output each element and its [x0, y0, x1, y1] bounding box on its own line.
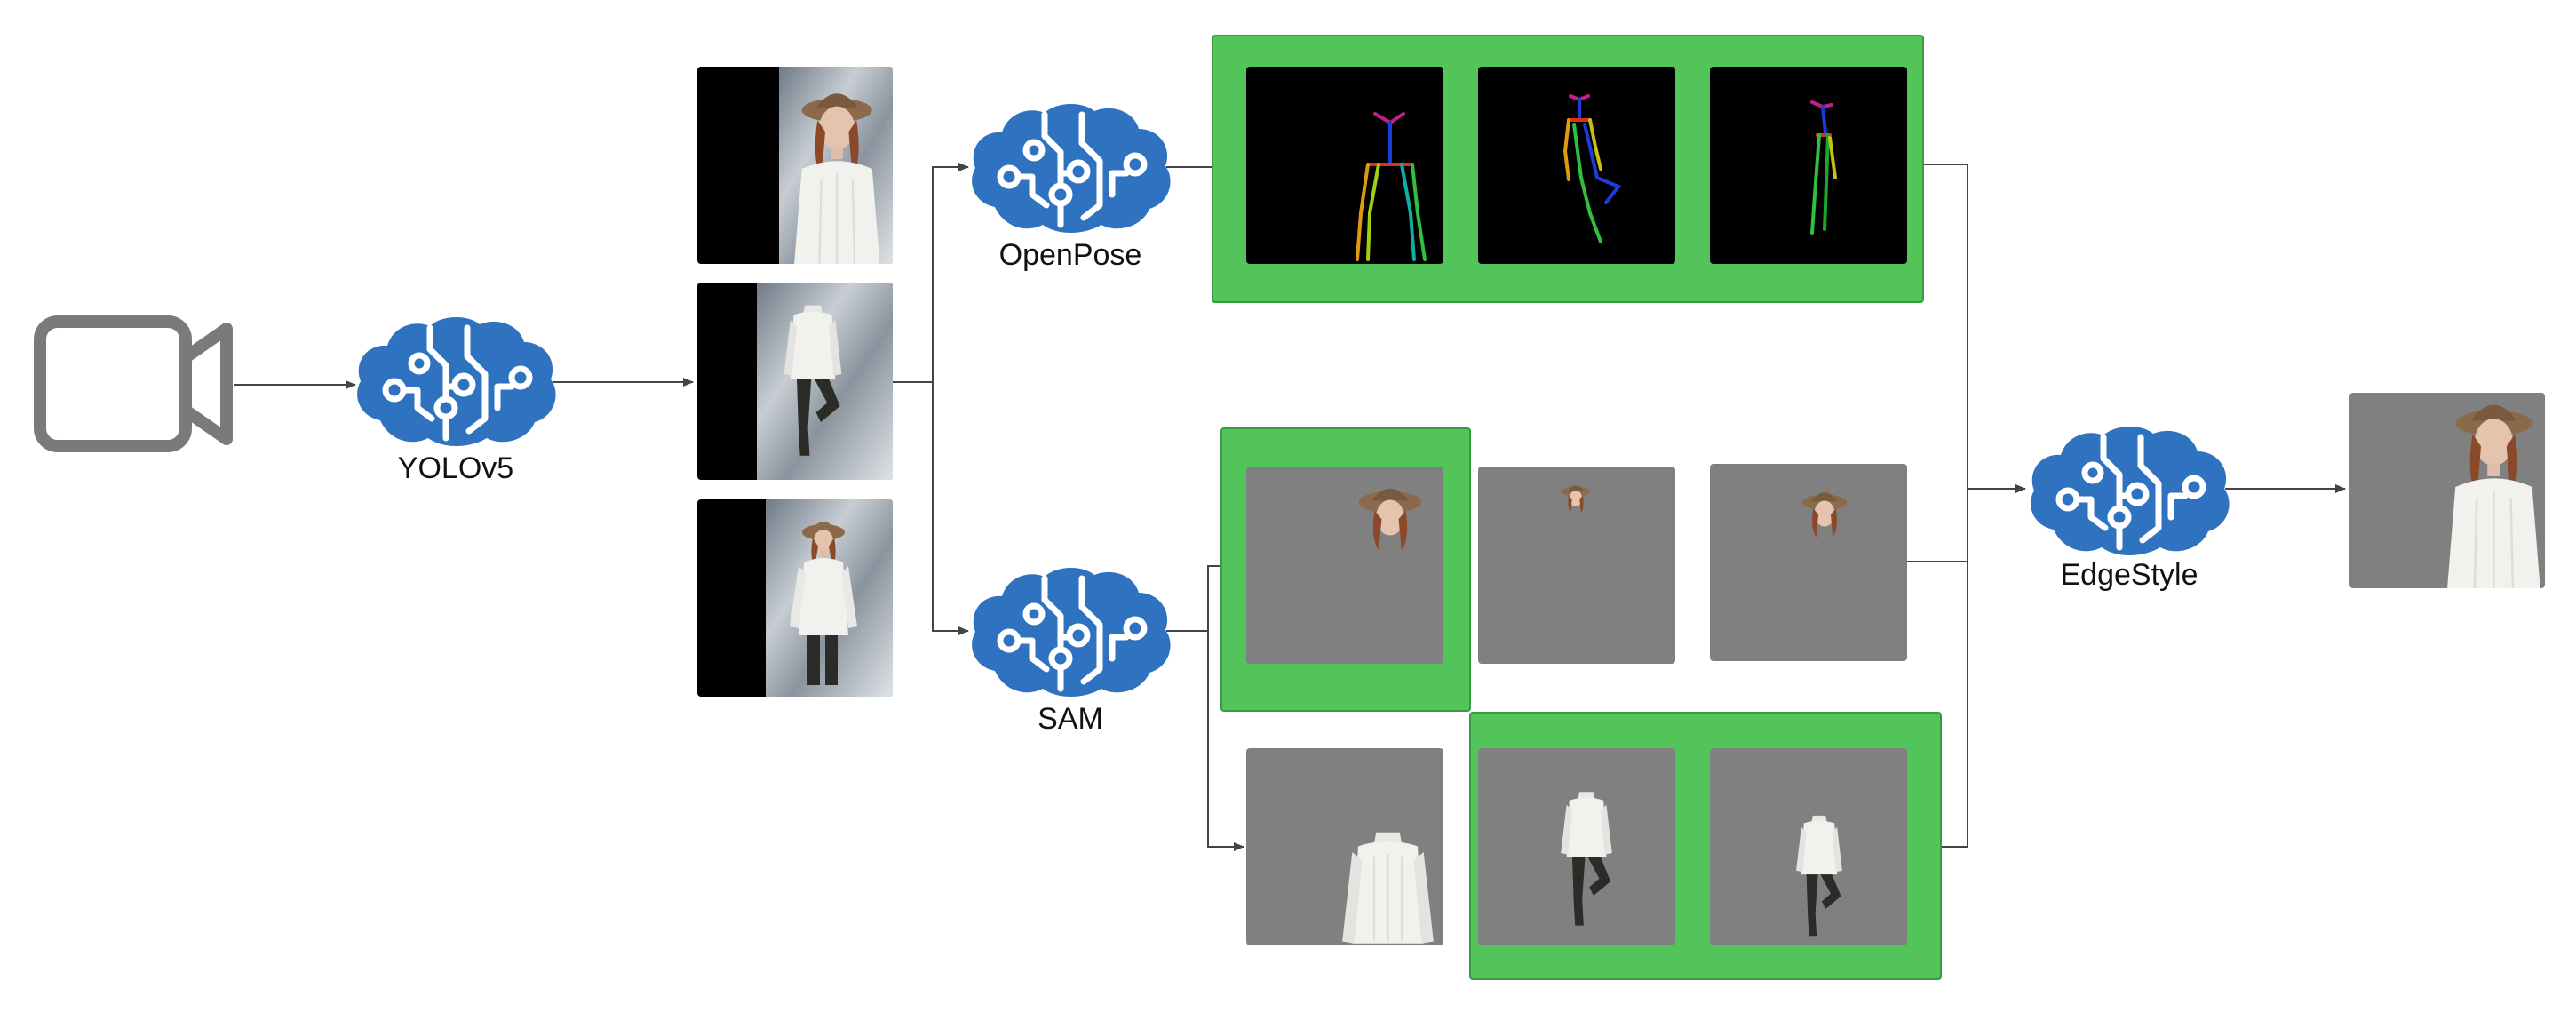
edgestyle-node: EdgeStyle — [2031, 427, 2229, 592]
ai-brain-circuit-icon — [972, 104, 1170, 233]
body-segments — [1246, 748, 1907, 945]
sam-node: SAM — [972, 568, 1170, 736]
ai-brain-circuit-icon — [2031, 427, 2229, 555]
openpose-node: OpenPose — [972, 104, 1170, 272]
crop-frame-2 — [697, 283, 893, 480]
edgestyle-label: EdgeStyle — [2061, 558, 2198, 592]
head-segment-3 — [1710, 464, 1907, 661]
head-segment-1 — [1246, 467, 1443, 664]
head-segments — [1246, 464, 1907, 664]
arrow-crops-to-openpose — [893, 163, 969, 383]
openpose-label: OpenPose — [999, 238, 1142, 272]
cropped-frames — [697, 67, 893, 697]
video-camera-icon — [34, 315, 233, 452]
arrow-crops-to-sam — [932, 382, 969, 635]
pose-panels — [1246, 67, 1907, 264]
pose-panel-2 — [1478, 67, 1675, 264]
ai-brain-circuit-icon — [972, 568, 1170, 697]
output-image — [2349, 393, 2545, 588]
body-segment-2 — [1478, 748, 1675, 945]
pose-panel-3 — [1710, 67, 1907, 264]
pipeline-diagram: YOLOv5 OpenPose SAM EdgeStyle — [34, 35, 2545, 980]
head-segment-2 — [1478, 467, 1675, 664]
pose-panel-1 — [1246, 67, 1443, 264]
crop-frame-1 — [697, 67, 893, 264]
body-segment-1 — [1246, 748, 1443, 945]
ai-brain-circuit-icon — [357, 317, 555, 446]
yolo-node: YOLOv5 — [357, 317, 555, 485]
sam-label: SAM — [1038, 702, 1103, 736]
yolo-label: YOLOv5 — [398, 451, 513, 485]
body-segment-3 — [1710, 748, 1907, 945]
arrow-poses-to-edgestyle — [1907, 164, 2026, 493]
arrow-heads-to-edgestyle — [1907, 489, 1968, 562]
crop-frame-3 — [697, 499, 893, 697]
